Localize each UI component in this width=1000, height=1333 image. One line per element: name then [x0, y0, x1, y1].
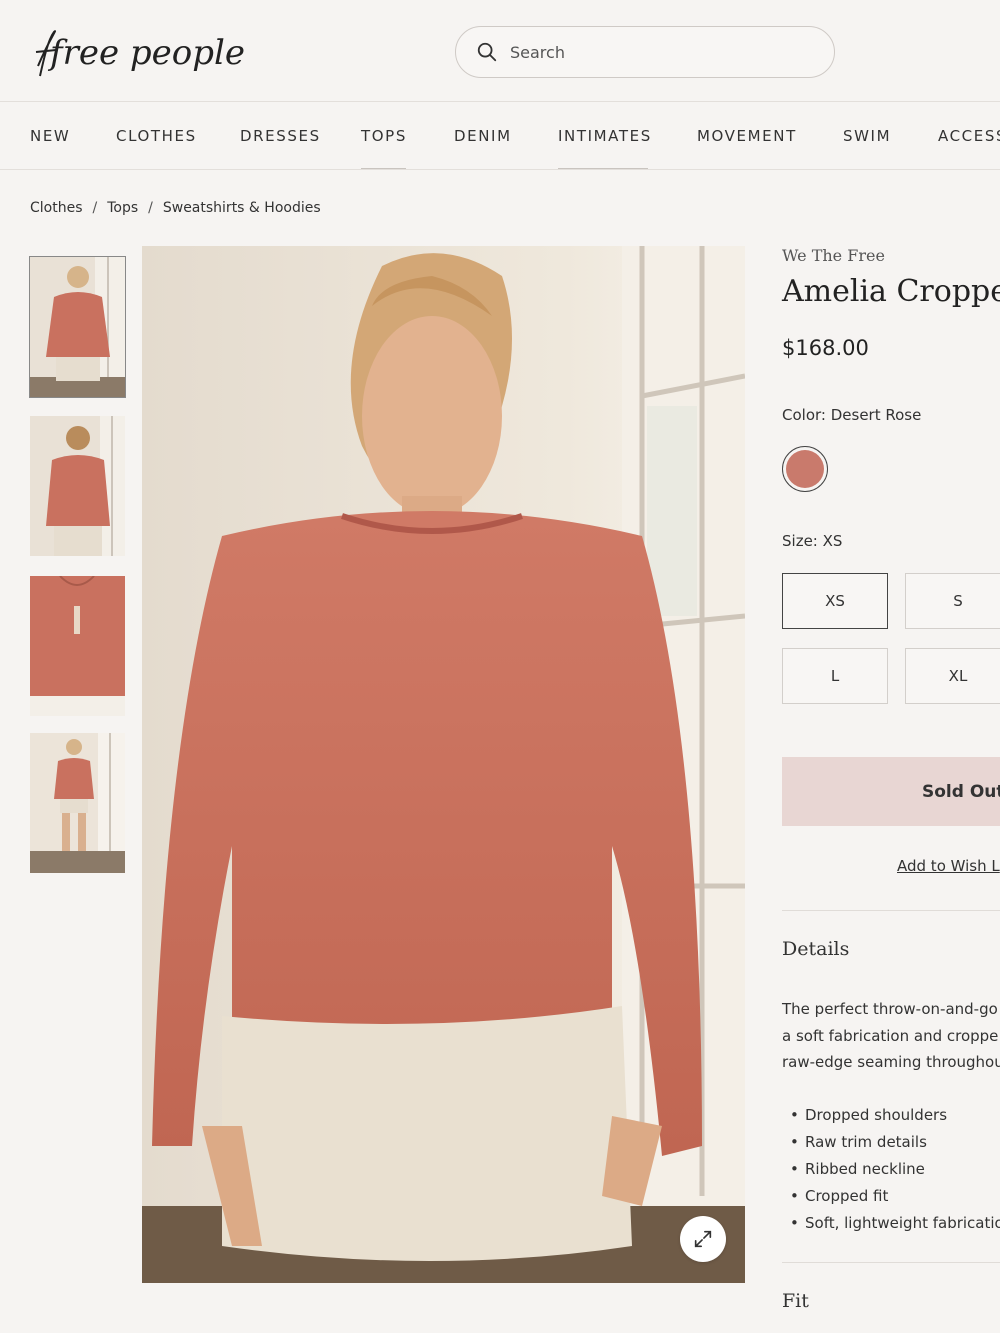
breadcrumb-tops[interactable]: Tops [107, 200, 138, 216]
breadcrumb-separator: / [148, 200, 153, 216]
details-bullet: Cropped fit [790, 1183, 1000, 1210]
nav-item-tops[interactable]: TOPS [361, 102, 407, 169]
search-icon [477, 42, 497, 62]
logo-script: free people [35, 30, 245, 77]
breadcrumb-clothes[interactable]: Clothes [30, 200, 83, 216]
color-swatch-desert-rose[interactable] [782, 446, 828, 492]
size-option-s[interactable]: S [905, 573, 1000, 629]
details-bullet-list: Dropped shoulders Raw trim details Ribbe… [790, 1102, 1000, 1237]
product-price: $168.00 [782, 336, 869, 360]
free-people-logo[interactable]: free people [30, 18, 260, 88]
product-brand[interactable]: We The Free [782, 246, 885, 265]
add-to-wishlist-link[interactable]: Add to Wish L [897, 857, 1000, 875]
details-description: The perfect throw-on-and-go a soft fabri… [782, 996, 1000, 1076]
thumbnail-3[interactable] [30, 576, 125, 716]
thumbnail-1[interactable] [29, 256, 126, 398]
details-line: The perfect throw-on-and-go [782, 1000, 998, 1018]
nav-item-movement[interactable]: MOVEMENT [697, 102, 797, 169]
site-header: free people [0, 0, 1000, 102]
product-title: Amelia Cropped [782, 274, 1000, 309]
nav-item-accessories[interactable]: ACCESS [938, 102, 1000, 169]
details-bullet: Dropped shoulders [790, 1102, 1000, 1129]
size-label: Size: XS [782, 532, 843, 550]
nav-item-denim[interactable]: DENIM [454, 102, 512, 169]
details-line: a soft fabrication and croppe [782, 1026, 999, 1045]
size-option-xs[interactable]: XS [782, 573, 888, 629]
details-bullet: Raw trim details [790, 1129, 1000, 1156]
nav-item-intimates[interactable]: INTIMATES [558, 102, 652, 169]
breadcrumb-separator: / [92, 200, 98, 216]
size-option-l[interactable]: L [782, 648, 888, 704]
main-nav: NEW CLOTHES DRESSES TOPS DENIM INTIMATES… [0, 102, 1000, 170]
sold-out-button[interactable]: Sold Out [782, 757, 1000, 826]
main-product-image[interactable] [142, 246, 745, 1283]
nav-active-underline [361, 168, 406, 169]
svg-text:free people: free people [47, 33, 245, 73]
details-bullet: Soft, lightweight fabricatio [790, 1210, 1000, 1237]
search-input[interactable] [510, 42, 790, 62]
thumbnail-full-body-image [30, 733, 125, 873]
details-bullet: Ribbed neckline [790, 1156, 1000, 1183]
product-photo [142, 246, 745, 1283]
breadcrumb: Clothes / Tops / Sweatshirts & Hoodies [30, 200, 321, 216]
zoom-button[interactable] [680, 1216, 726, 1262]
nav-item-clothes[interactable]: CLOTHES [116, 102, 197, 169]
details-line: raw-edge seaming throughou [782, 1053, 1000, 1071]
expand-icon [694, 1230, 712, 1248]
details-heading[interactable]: Details [782, 938, 849, 960]
thumbnail-flatlay-image [30, 576, 125, 716]
nav-item-new[interactable]: NEW [30, 102, 70, 169]
thumbnail-front-image [30, 257, 125, 397]
swatch-fill [786, 450, 824, 488]
breadcrumb-sweatshirts-hoodies[interactable]: Sweatshirts & Hoodies [163, 200, 321, 216]
thumbnail-2[interactable] [30, 416, 125, 556]
fit-heading[interactable]: Fit [782, 1290, 809, 1312]
thumbnail-back-image [30, 416, 125, 556]
nav-item-swim[interactable]: SWIM [843, 102, 891, 169]
color-label: Color: Desert Rose [782, 406, 922, 424]
search-box[interactable] [455, 26, 835, 78]
section-divider [782, 1262, 1000, 1263]
section-divider [782, 910, 1000, 911]
nav-hover-underline [558, 168, 648, 169]
nav-item-dresses[interactable]: DRESSES [240, 102, 321, 169]
size-option-xl[interactable]: XL [905, 648, 1000, 704]
thumbnail-4[interactable] [30, 733, 125, 873]
